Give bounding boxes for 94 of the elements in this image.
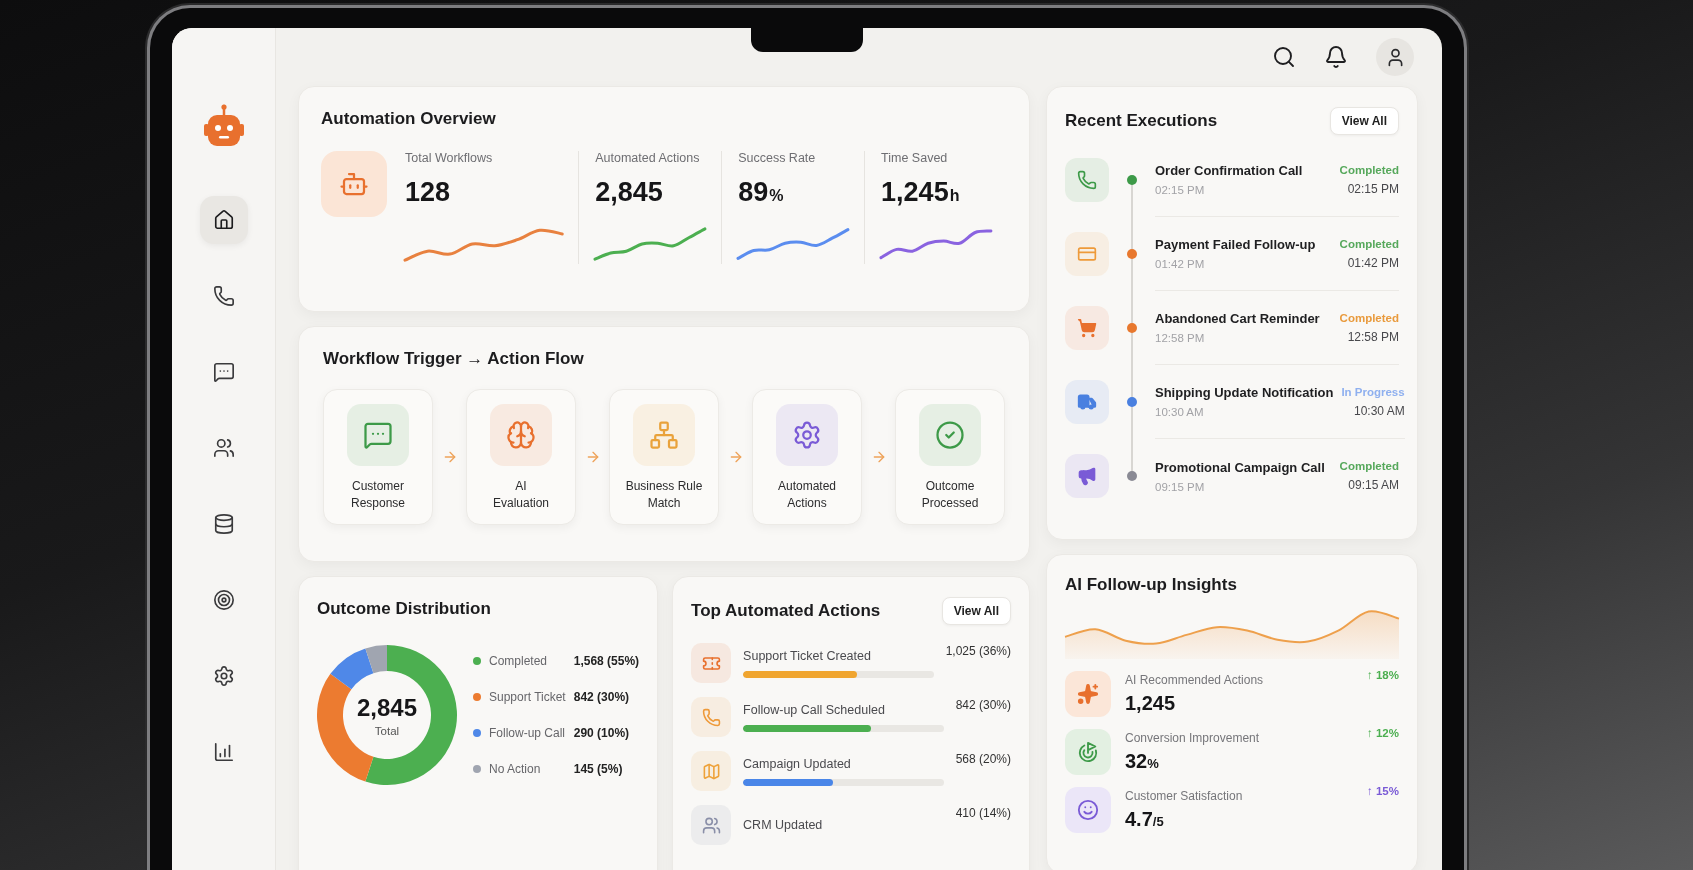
stat-value: 89%: [738, 177, 785, 208]
status-label: In Progress: [1341, 385, 1405, 398]
legend-value: 1,568 (55%): [573, 654, 640, 668]
house-icon: [212, 209, 235, 231]
execution-time: 12:58 PM: [1155, 332, 1205, 344]
step-label: Business Rule Match: [625, 478, 703, 512]
insight-label: Conversion Improvement: [1125, 731, 1261, 745]
status-time: 12:58 PM: [1347, 329, 1399, 344]
stat-label: Time Saved: [881, 151, 949, 165]
view-all-button[interactable]: View All: [1329, 107, 1399, 135]
legend-label: Completed: [489, 654, 549, 668]
action-value: 568 (20%): [955, 751, 1011, 766]
bar-chart-icon: [212, 741, 235, 763]
users-icon: [691, 805, 732, 845]
stat-label: Success Rate: [738, 151, 817, 165]
insight-label: Customer Satisfaction: [1125, 789, 1244, 803]
legend-value: 842 (30%): [573, 690, 631, 704]
execution-name: Abandoned Cart Reminder: [1155, 311, 1320, 326]
robot-logo-icon: [202, 104, 245, 148]
step-label: Customer Response: [350, 478, 405, 512]
workflow-step[interactable]: AI Evaluation: [466, 389, 576, 525]
execution-time: 09:15 PM: [1155, 480, 1205, 493]
search-icon[interactable]: [1272, 45, 1296, 69]
change-label: ↑ 18%: [1367, 668, 1399, 681]
phone-icon: [691, 697, 732, 737]
execution-name: Promotional Campaign Call: [1155, 459, 1325, 475]
status-time: 10:30 AM: [1353, 403, 1405, 418]
execution-name: Order Confirmation Call: [1155, 163, 1303, 178]
status-label: Completed: [1339, 163, 1399, 176]
insight-value: 1,245: [1125, 692, 1177, 715]
stat-label: Total Workflows: [405, 151, 494, 165]
stat-label: Automated Actions: [595, 151, 701, 165]
execution-name: Shipping Update Notification: [1155, 385, 1334, 400]
legend-label: Follow-up Call: [489, 726, 566, 740]
ticket-icon: [691, 643, 732, 683]
legend-value: 290 (10%): [573, 726, 631, 740]
view-all-button[interactable]: View All: [941, 597, 1011, 625]
users-icon: [212, 437, 235, 459]
phone-icon: [212, 285, 235, 307]
database-icon: [212, 513, 235, 535]
action-label: Support Ticket Created: [743, 648, 872, 663]
status-label: Completed: [1339, 311, 1399, 324]
total-value: 2,845: [356, 693, 418, 722]
smiley-icon: [1065, 787, 1111, 833]
legend-value: 145 (5%): [573, 762, 624, 776]
insight-value: 4.7/5: [1125, 808, 1165, 831]
target-icon: [212, 589, 235, 611]
step-label: Automated Actions: [777, 478, 836, 512]
step-label: Outcome Processed: [921, 478, 979, 512]
workflow-step[interactable]: Automated Actions: [752, 389, 862, 525]
status-time: 02:15 PM: [1347, 181, 1399, 196]
action-value: 410 (14%): [955, 805, 1011, 820]
action-value: 842 (30%): [955, 697, 1011, 712]
execution-name: Payment Failed Follow-up: [1155, 237, 1316, 252]
card-title: Workflow Trigger → Action Flow: [323, 349, 585, 369]
settings-icon: [212, 665, 235, 687]
sparkle-icon: [1065, 671, 1111, 717]
card-title: Top Automated Actions: [691, 601, 881, 621]
insight-value: 32%: [1125, 750, 1160, 773]
total-label: Total: [374, 724, 400, 737]
stat-value: 1,245h: [881, 177, 961, 208]
card-title: Outcome Distribution: [317, 599, 492, 619]
sidebar-item[interactable]: [199, 196, 248, 244]
change-label: ↑ 15%: [1367, 784, 1399, 797]
execution-time: 01:42 PM: [1155, 258, 1205, 270]
change-label: ↑ 12%: [1367, 726, 1399, 739]
workflow-step[interactable]: Outcome Processed: [895, 389, 1005, 525]
execution-time: 10:30 AM: [1155, 406, 1204, 418]
status-time: 09:15 AM: [1348, 478, 1399, 492]
workflow-step[interactable]: Business Rule Match: [609, 389, 719, 525]
user-icon[interactable]: [1376, 38, 1414, 76]
stat-value: 2,845: [595, 177, 664, 208]
stat-value: 128: [405, 177, 452, 208]
status-time: 01:42 PM: [1347, 255, 1399, 270]
legend-label: No Action: [489, 762, 542, 776]
action-label: Follow-up Call Scheduled: [743, 702, 886, 717]
bell-icon[interactable]: [1324, 45, 1348, 69]
action-label: CRM Updated: [743, 818, 824, 832]
step-label: AI Evaluation: [492, 478, 549, 512]
action-value: 1,025 (36%): [945, 643, 1011, 658]
target-icon: [1065, 729, 1111, 775]
card-title: AI Follow-up Insights: [1065, 575, 1238, 595]
action-label: Campaign Updated: [743, 756, 852, 771]
card-title: Automation Overview: [321, 109, 497, 129]
status-label: Completed: [1339, 460, 1399, 472]
status-label: Completed: [1339, 237, 1399, 250]
card-title: Recent Executions: [1065, 111, 1218, 131]
map-icon: [691, 751, 732, 791]
legend-label: Support Ticket: [489, 690, 566, 704]
chat-icon: [212, 361, 235, 383]
workflow-step[interactable]: Customer Response: [323, 389, 433, 525]
execution-time: 02:15 PM: [1155, 184, 1205, 196]
insight-label: AI Recommended Actions: [1125, 673, 1265, 687]
robot-icon: [321, 151, 387, 217]
